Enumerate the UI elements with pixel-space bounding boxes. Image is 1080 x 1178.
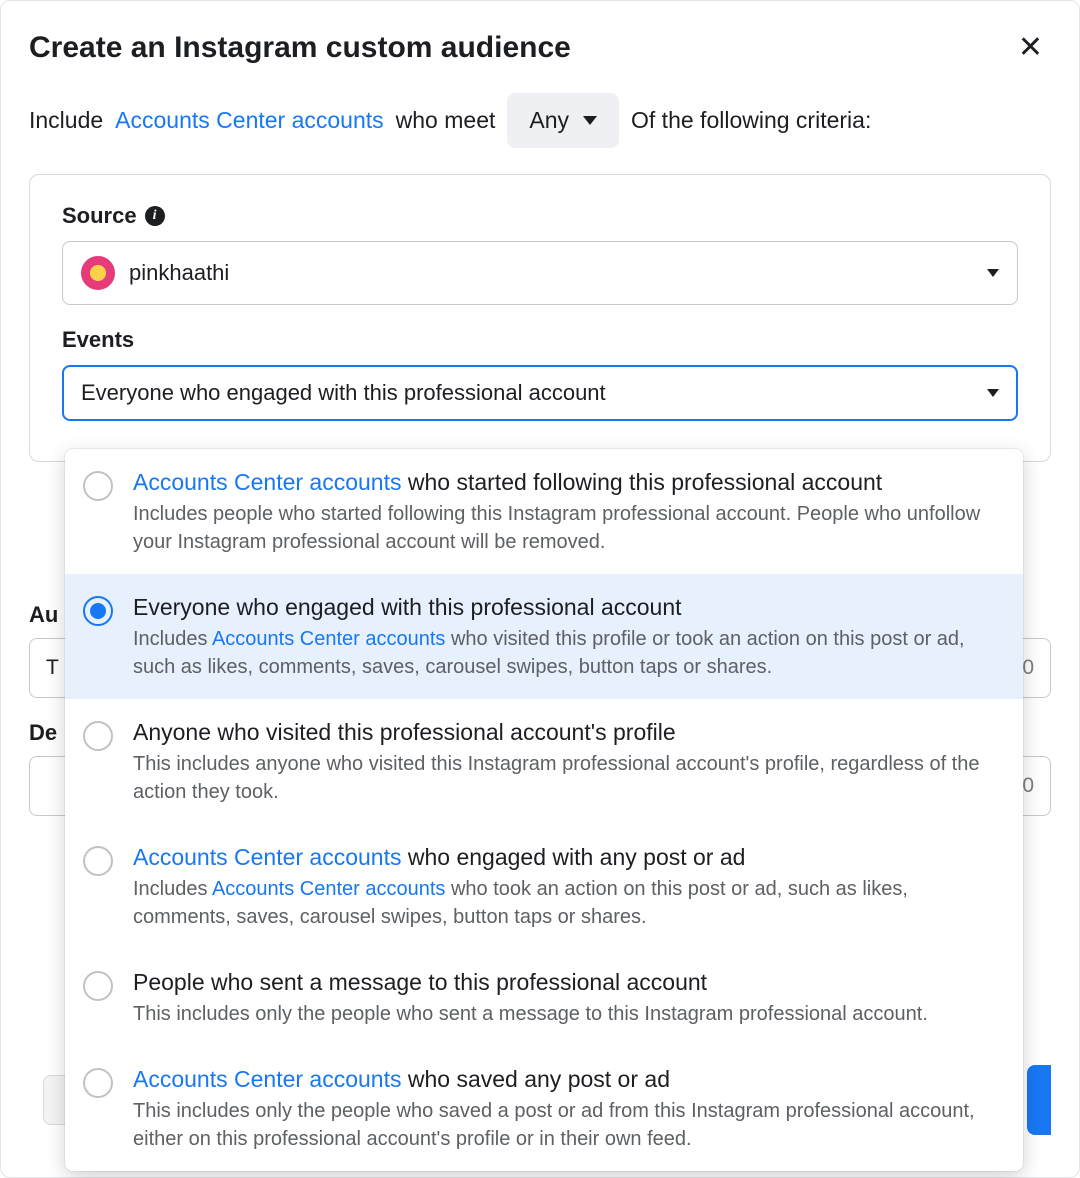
event-option-saved-post-ad[interactable]: Accounts Center accounts who saved any p… <box>65 1046 1023 1171</box>
radio-icon <box>83 721 113 751</box>
radio-icon <box>83 596 113 626</box>
event-option-engaged-post-ad[interactable]: Accounts Center accounts who engaged wit… <box>65 824 1023 949</box>
event-option-started-following[interactable]: Accounts Center accounts who started fol… <box>65 449 1023 574</box>
option-desc-pre: Includes <box>133 878 212 900</box>
source-label: Source <box>62 203 137 229</box>
modal-title: Create an Instagram custom audience <box>29 31 571 65</box>
option-title-link: Accounts Center accounts <box>133 469 401 495</box>
option-title-link: Accounts Center accounts <box>133 844 401 870</box>
close-button[interactable]: ✕ <box>1010 29 1051 67</box>
option-desc: Includes people who started following th… <box>133 503 980 553</box>
source-label-row: Source i <box>62 203 1018 229</box>
events-label-row: Events <box>62 327 1018 353</box>
option-title-link: Accounts Center accounts <box>133 1066 401 1092</box>
radio-icon <box>83 471 113 501</box>
option-title-rest: who engaged with any post or ad <box>401 844 745 870</box>
info-icon[interactable]: i <box>145 206 165 226</box>
option-title-rest: who started following this professional … <box>401 469 882 495</box>
radio-icon <box>83 846 113 876</box>
criteria-panel: Source i pinkhaathi Events Everyone who … <box>29 174 1051 462</box>
chevron-down-icon <box>987 269 999 277</box>
event-option-visited-profile[interactable]: Anyone who visited this professional acc… <box>65 699 1023 824</box>
option-title-rest: who saved any post or ad <box>401 1066 670 1092</box>
option-title-rest: People who sent a message to this profes… <box>133 969 707 995</box>
option-desc-pre: Includes <box>133 628 212 650</box>
event-option-everyone-engaged[interactable]: Everyone who engaged with this professio… <box>65 574 1023 699</box>
option-desc-link: Accounts Center accounts <box>212 878 445 900</box>
of-following-text: Of the following criteria: <box>631 107 871 134</box>
who-meet-text: who meet <box>396 107 496 134</box>
option-desc: This includes only the people who saved … <box>133 1100 975 1150</box>
option-desc-link: Accounts Center accounts <box>212 628 445 650</box>
accounts-center-link[interactable]: Accounts Center accounts <box>115 107 383 134</box>
criteria-row: Include Accounts Center accounts who mee… <box>29 93 1051 148</box>
account-avatar-icon <box>81 256 115 290</box>
radio-icon <box>83 1068 113 1098</box>
source-value: pinkhaathi <box>129 260 229 286</box>
option-title-rest: Everyone who engaged with this professio… <box>133 594 682 620</box>
include-text: Include <box>29 107 103 134</box>
option-desc: This includes only the people who sent a… <box>133 1003 928 1025</box>
events-select[interactable]: Everyone who engaged with this professio… <box>62 365 1018 421</box>
events-dropdown-panel: Accounts Center accounts who started fol… <box>65 449 1023 1171</box>
radio-icon <box>83 971 113 1001</box>
match-mode-label: Any <box>529 107 569 134</box>
events-value: Everyone who engaged with this professio… <box>81 380 606 406</box>
events-label: Events <box>62 327 134 353</box>
chevron-down-icon <box>583 116 597 125</box>
option-desc: This includes anyone who visited this In… <box>133 753 979 803</box>
option-title-rest: Anyone who visited this professional acc… <box>133 719 676 745</box>
modal-create-instagram-audience: Create an Instagram custom audience ✕ In… <box>0 0 1080 1178</box>
match-mode-dropdown[interactable]: Any <box>507 93 619 148</box>
source-select[interactable]: pinkhaathi <box>62 241 1018 305</box>
modal-header: Create an Instagram custom audience ✕ <box>29 29 1051 67</box>
chevron-down-icon <box>987 389 999 397</box>
primary-action-button-fragment[interactable] <box>1027 1065 1051 1135</box>
event-option-sent-message[interactable]: People who sent a message to this profes… <box>65 949 1023 1046</box>
